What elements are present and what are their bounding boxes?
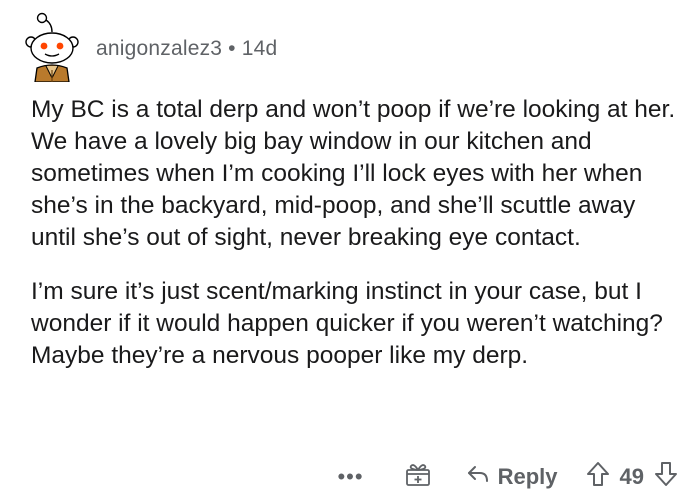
reply-arrow-icon xyxy=(466,463,490,491)
downvote-button[interactable] xyxy=(654,461,678,493)
gift-icon xyxy=(404,460,432,494)
meta-separator: • xyxy=(228,37,236,60)
upvote-arrow-icon xyxy=(586,461,610,493)
comment-header: anigonzalez3 • 14d xyxy=(22,10,277,82)
upvote-button[interactable] xyxy=(586,461,610,493)
comment-meta: anigonzalez3 • 14d xyxy=(96,37,277,61)
downvote-arrow-icon xyxy=(654,461,678,493)
user-avatar[interactable] xyxy=(22,10,82,82)
username[interactable]: anigonzalez3 xyxy=(96,37,222,60)
reply-label: Reply xyxy=(497,464,558,489)
comment-body: My BC is a total derp and won’t poop if … xyxy=(31,94,681,372)
more-options-button[interactable]: ••• xyxy=(337,464,363,490)
vote-score: 49 xyxy=(619,464,644,489)
reply-button[interactable]: Reply xyxy=(466,463,558,491)
comment-paragraph: My BC is a total derp and won’t poop if … xyxy=(31,96,676,251)
comment-actions: ••• Reply 49 xyxy=(337,460,678,494)
comment-age: 14d xyxy=(241,37,278,60)
award-button[interactable] xyxy=(404,460,432,494)
comment-paragraph: I’m sure it’s just scent/marking instinc… xyxy=(31,278,663,369)
